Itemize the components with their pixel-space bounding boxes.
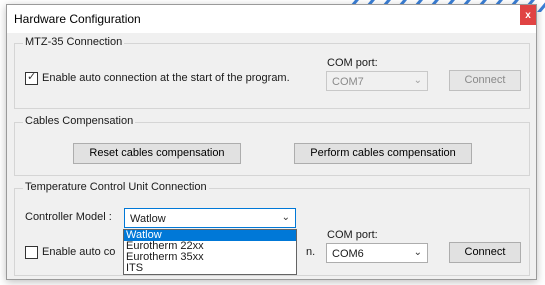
close-icon: x — [525, 9, 531, 21]
window-title: Hardware Configuration — [14, 12, 141, 26]
controller-model-option-eurotherm-35xx[interactable]: Eurotherm 35xx — [124, 252, 296, 263]
cables-compensation-group: Cables Compensation Reset cables compens… — [14, 115, 530, 176]
controller-model-option-its[interactable]: ITS — [124, 263, 296, 274]
mtz-connect-button[interactable]: Connect — [449, 70, 521, 91]
mtz-com-port-value: COM7 — [332, 76, 364, 88]
cables-compensation-legend: Cables Compensation — [23, 115, 136, 127]
chevron-down-icon: ⌄ — [413, 75, 422, 86]
tcu-auto-connect-label-end: n. — [306, 246, 316, 258]
tcu-connect-button[interactable]: Connect — [449, 242, 521, 263]
tcu-com-port-select[interactable]: COM6 ⌄ — [326, 243, 428, 263]
chevron-down-icon: ⌄ — [281, 212, 290, 223]
temperature-control-unit-legend: Temperature Control Unit Connection — [23, 181, 209, 193]
reset-cables-compensation-button[interactable]: Reset cables compensation — [73, 143, 241, 164]
controller-model-dropdown-list: Watlow Eurotherm 22xx Eurotherm 35xx ITS — [123, 229, 297, 275]
mtz-connection-legend: MTZ-35 Connection — [23, 36, 125, 48]
tcu-auto-connect-checkbox[interactable] — [25, 246, 38, 259]
mtz-connection-group: MTZ-35 Connection ✓ Enable auto connecti… — [14, 36, 530, 109]
tcu-auto-connect-label: Enable auto co — [42, 246, 116, 258]
hardware-configuration-dialog: Hardware Configuration x MTZ-35 Connecti… — [6, 4, 537, 280]
chevron-down-icon: ⌄ — [413, 247, 422, 258]
mtz-auto-connect-label: Enable auto connection at the start of t… — [42, 72, 290, 84]
tcu-com-port-value: COM6 — [332, 248, 364, 260]
mtz-com-port-select[interactable]: COM7 ⌄ — [326, 71, 428, 91]
controller-model-select[interactable]: Watlow ⌄ — [124, 208, 296, 228]
close-button[interactable]: x — [520, 5, 536, 25]
controller-model-label: Controller Model : — [25, 211, 112, 223]
mtz-auto-connect-checkbox[interactable]: ✓ — [25, 71, 38, 85]
title-bar: Hardware Configuration x — [7, 5, 536, 33]
perform-cables-compensation-button[interactable]: Perform cables compensation — [294, 143, 472, 164]
check-icon: ✓ — [27, 71, 37, 83]
controller-model-value: Watlow — [130, 213, 166, 225]
tcu-com-port-label: COM port: — [327, 229, 378, 241]
mtz-com-port-label: COM port: — [327, 57, 378, 69]
